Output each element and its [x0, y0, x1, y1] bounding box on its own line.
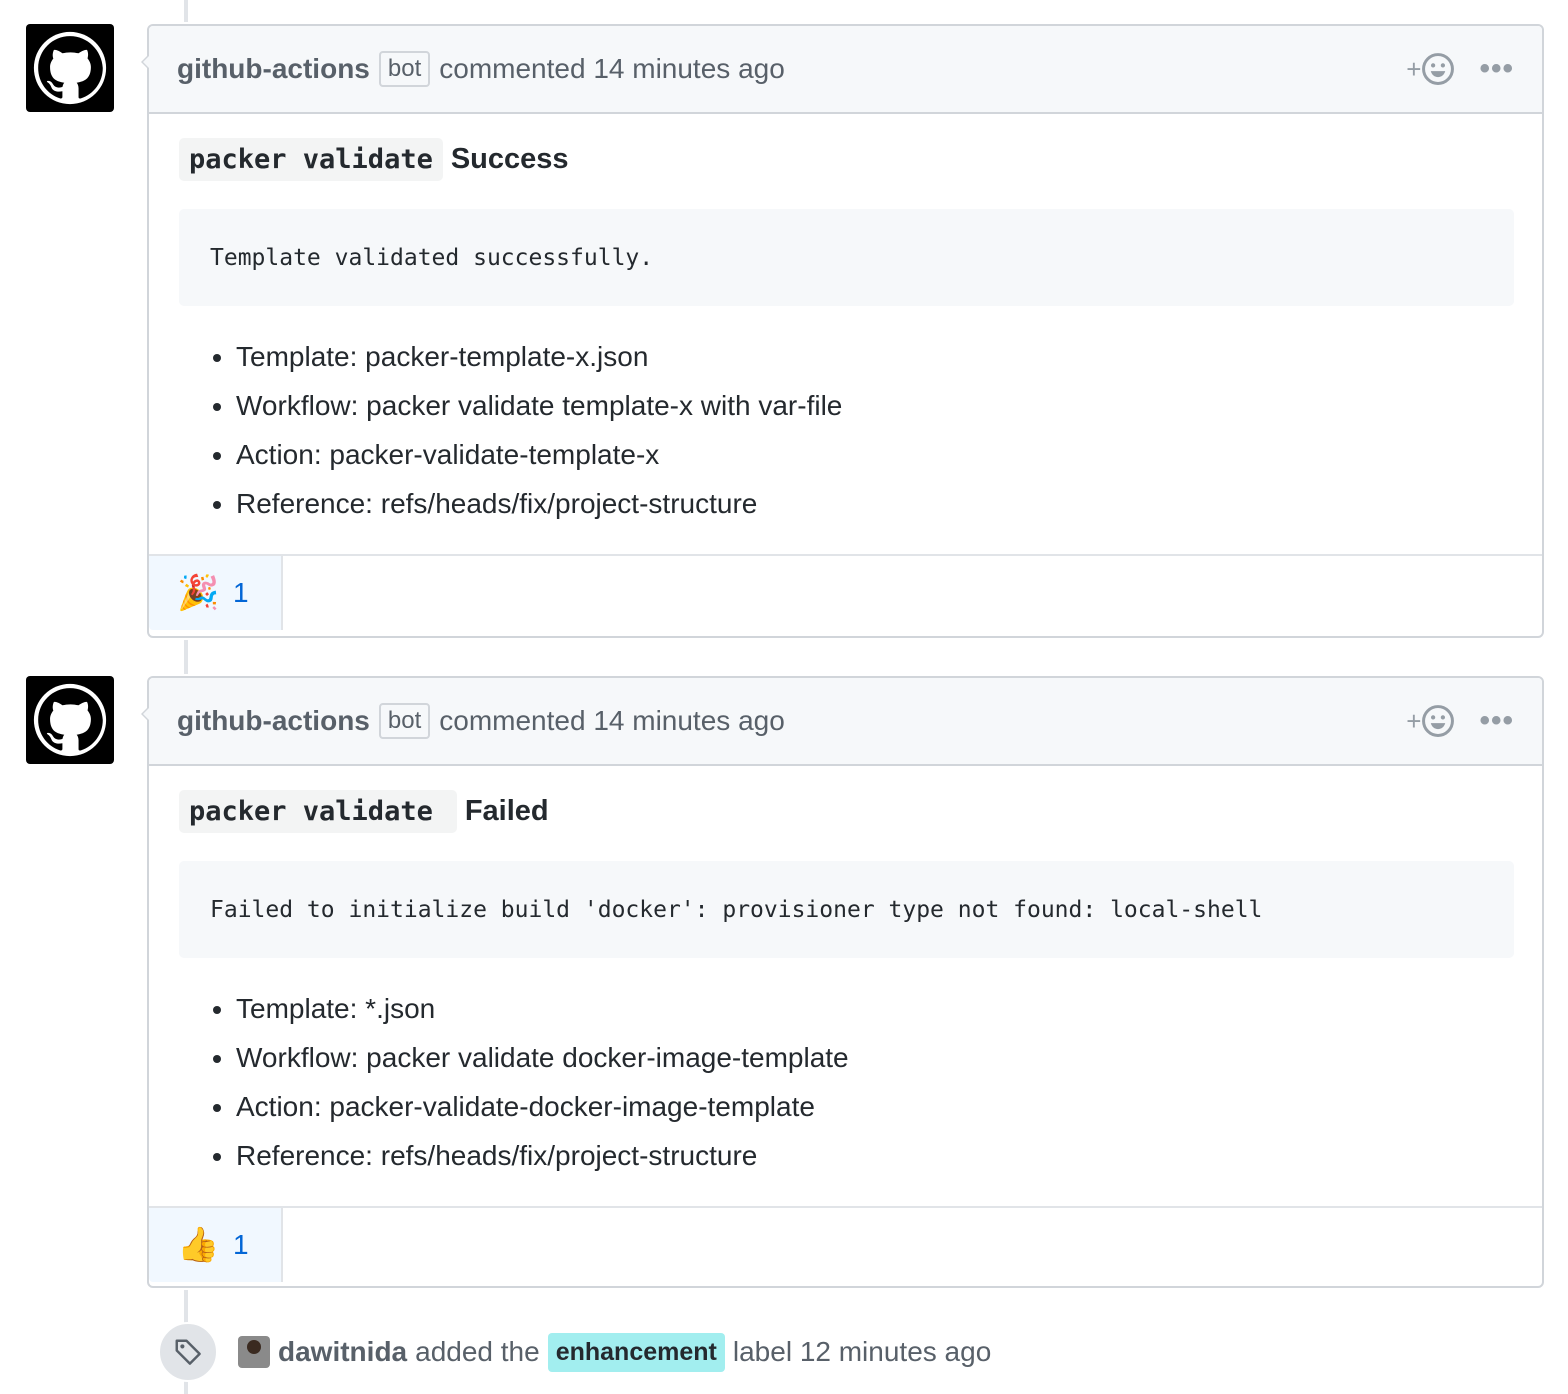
list-item: Action: packer-validate-template-x [236, 430, 1514, 479]
tag-badge [158, 1322, 218, 1382]
comment-timestamp[interactable]: commented 14 minutes ago [439, 53, 785, 85]
add-reaction-button[interactable]: + [1406, 52, 1455, 86]
list-item: Template: packer-template-x.json [236, 332, 1514, 381]
output-code-block: Template validated successfully. [179, 209, 1514, 306]
tada-icon: 🎉 [177, 574, 220, 612]
list-item: Action: packer-validate-docker-image-tem… [236, 1082, 1514, 1131]
reaction-button[interactable]: 👍 1 [149, 1208, 283, 1282]
plus-icon: + [1406, 705, 1422, 736]
timeline-line [184, 0, 188, 22]
timeline-line [184, 640, 188, 674]
details-list: Template: *.json Workflow: packer valida… [179, 984, 1514, 1180]
command-code: packer validate [179, 790, 457, 833]
event-actor[interactable]: dawitnida [278, 1336, 407, 1368]
details-list: Template: packer-template-x.json Workflo… [179, 332, 1514, 528]
comment-body: packer validate Failed Failed to initial… [149, 766, 1542, 1206]
reaction-count: 1 [233, 1229, 249, 1260]
list-item: Reference: refs/heads/fix/project-struct… [236, 479, 1514, 528]
reaction-button[interactable]: 🎉 1 [149, 556, 283, 630]
github-avatar[interactable] [26, 676, 114, 764]
github-logo-icon [33, 31, 107, 105]
header-actions: + ••• [1406, 678, 1514, 764]
add-reaction-button[interactable]: + [1406, 704, 1455, 738]
reactions-bar: 👍 1 [149, 1206, 1542, 1282]
reactions-bar: 🎉 1 [149, 554, 1542, 630]
status-text: Success [450, 143, 569, 175]
comment-author[interactable]: github-actions [177, 705, 370, 737]
thumbsup-icon: 👍 [177, 1226, 220, 1264]
status-line: packer validate Failed [179, 790, 1514, 833]
bot-badge: bot [378, 51, 431, 87]
more-options-icon[interactable]: ••• [1479, 52, 1514, 86]
enhancement-label[interactable]: enhancement [547, 1332, 725, 1372]
comment-body: packer validate Success Template validat… [149, 114, 1542, 554]
smiley-icon [1422, 53, 1455, 85]
comment-author[interactable]: github-actions [177, 53, 370, 85]
github-avatar[interactable] [26, 24, 114, 112]
list-item: Reference: refs/heads/fix/project-struct… [236, 1131, 1514, 1180]
event-suffix[interactable]: label 12 minutes ago [733, 1336, 991, 1368]
github-logo-icon [33, 683, 107, 757]
label-event: dawitnida added the enhancement label 12… [158, 1322, 991, 1382]
comment-card: github-actions bot commented 14 minutes … [141, 676, 1544, 1288]
header-actions: + ••• [1406, 26, 1514, 112]
status-line: packer validate Success [179, 138, 1514, 181]
command-code: packer validate [179, 138, 443, 181]
avatar[interactable] [238, 1336, 270, 1368]
list-item: Workflow: packer validate docker-image-t… [236, 1033, 1514, 1082]
plus-icon: + [1406, 53, 1422, 84]
smiley-icon [1422, 705, 1455, 737]
list-item: Workflow: packer validate template-x wit… [236, 381, 1514, 430]
list-item: Template: *.json [236, 984, 1514, 1033]
tag-icon [175, 1339, 201, 1365]
bot-badge: bot [378, 703, 431, 739]
comment-header: github-actions bot commented 14 minutes … [149, 678, 1542, 766]
more-options-icon[interactable]: ••• [1479, 704, 1514, 738]
comment-card: github-actions bot commented 14 minutes … [141, 24, 1544, 638]
comment-timestamp[interactable]: commented 14 minutes ago [439, 705, 785, 737]
reaction-count: 1 [233, 577, 249, 608]
comment-header: github-actions bot commented 14 minutes … [149, 26, 1542, 114]
status-text: Failed [464, 795, 549, 827]
event-verb: added the [415, 1336, 540, 1367]
output-code-block: Failed to initialize build 'docker': pro… [179, 861, 1514, 958]
